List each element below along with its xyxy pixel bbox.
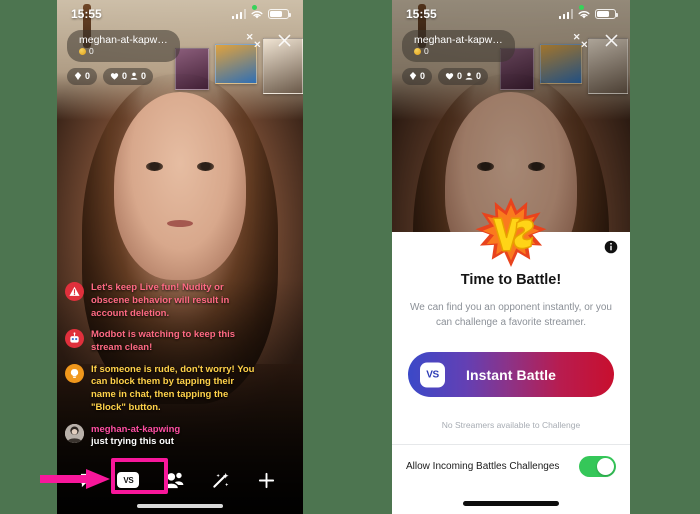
streamer-name-pill[interactable]: meghan-at-kapw… 0	[67, 30, 180, 62]
robot-icon	[65, 329, 84, 349]
heart-count: 0	[122, 71, 128, 82]
wifi-icon	[578, 10, 590, 18]
heart-icon	[110, 73, 119, 80]
coin-icon	[79, 48, 86, 56]
stat-badges: 0 0 0	[67, 67, 293, 85]
live-header: meghan-at-kapw… 0 0 0 0	[57, 30, 303, 85]
vs-badge-icon: VS	[420, 362, 445, 387]
user-avatar-icon[interactable]	[65, 423, 84, 443]
diamond-count: 0	[85, 71, 91, 82]
instant-battle-button[interactable]: VS Instant Battle	[408, 352, 614, 397]
instant-battle-label: Instant Battle	[465, 366, 557, 383]
coin-count-row: 0	[79, 46, 168, 57]
vs-button-highlight-box	[111, 458, 168, 494]
heart-icon	[445, 73, 454, 80]
viewer-count: 0	[476, 71, 482, 82]
diamond-icon	[74, 72, 82, 81]
info-circle-icon[interactable]	[604, 240, 618, 254]
signal-bars-icon	[231, 9, 246, 19]
chat-text: meghan-at-kapwing just trying this out	[91, 424, 180, 449]
effects-wand-icon	[212, 472, 229, 488]
battery-icon	[268, 9, 291, 19]
eye	[146, 162, 163, 171]
status-bar: 15:55	[392, 0, 630, 28]
coin-count: 0	[89, 46, 94, 57]
streamer-username: meghan-at-kapw…	[414, 34, 503, 46]
screenshot-stage: 15:55 meghan-at-kapw… 0 0 0 0 Let's keep…	[0, 0, 700, 514]
chat-message-row: If someone is rude, don't worry! You can…	[65, 363, 257, 415]
allow-challenges-label: Allow Incoming Battles Challenges	[406, 461, 560, 472]
eye	[197, 162, 214, 171]
live-header: meghan-at-kapw… 0 0 0 0	[392, 30, 630, 85]
chat-message-row: Modbot is watching to keep this stream c…	[65, 329, 257, 354]
heart-count: 0	[457, 71, 463, 82]
lightbulb-icon	[65, 363, 84, 383]
home-indicator	[463, 501, 559, 506]
viewer-count: 0	[141, 71, 147, 82]
chat-message-row[interactable]: meghan-at-kapwing just trying this out	[65, 423, 257, 449]
diamond-badge[interactable]: 0	[402, 67, 433, 85]
hearts-viewers-badge[interactable]: 0 0	[103, 67, 154, 85]
coin-icon	[414, 48, 421, 56]
chat-text: If someone is rude, don't worry! You can…	[91, 363, 255, 413]
diamond-badge[interactable]: 0	[67, 67, 98, 85]
viewers-icon	[465, 72, 473, 81]
streamer-name-pill[interactable]: meghan-at-kapw… 0	[402, 30, 515, 62]
collapse-arrows-icon[interactable]	[245, 32, 262, 49]
vs-starburst-icon	[475, 197, 547, 268]
allow-challenges-toggle[interactable]	[579, 456, 616, 477]
chat-username[interactable]: meghan-at-kapwing	[91, 424, 180, 435]
chat-message-row: Let's keep Live fun! Nudity or obscene b…	[65, 282, 257, 320]
coin-count-row: 0	[414, 46, 503, 57]
chat-text: Let's keep Live fun! Nudity or obscene b…	[91, 282, 230, 319]
right-phone-screen: 15:55 meghan-at-kapw… 0 0 0 0 Time to Ba…	[392, 0, 630, 514]
battery-icon	[595, 9, 618, 19]
coin-count: 0	[424, 46, 429, 57]
signal-bars-icon	[558, 9, 573, 19]
collapse-arrows-icon[interactable]	[572, 32, 589, 49]
effects-button[interactable]	[197, 471, 243, 490]
diamond-count: 0	[420, 71, 426, 82]
allow-challenges-row: Allow Incoming Battles Challenges	[392, 444, 630, 488]
recording-indicator-dot	[252, 5, 257, 10]
pink-arrow-icon	[40, 469, 110, 489]
live-chat-feed: Let's keep Live fun! Nudity or obscene b…	[65, 282, 257, 458]
wifi-icon	[251, 10, 263, 18]
warning-triangle-icon	[65, 282, 84, 302]
chat-text: Modbot is watching to keep this stream c…	[91, 329, 236, 353]
viewers-icon	[130, 72, 138, 81]
streamer-username: meghan-at-kapw…	[79, 34, 168, 46]
mouth	[167, 220, 193, 227]
add-button[interactable]	[243, 471, 289, 490]
home-indicator	[137, 504, 223, 508]
battle-sheet-title: Time to Battle!	[460, 272, 562, 288]
left-phone-screen: 15:55 meghan-at-kapw… 0 0 0 0 Let's keep…	[57, 0, 303, 514]
no-streamers-text: No Streamers available to Challenge	[441, 420, 581, 430]
status-time: 15:55	[71, 7, 102, 21]
person-face	[114, 92, 246, 280]
chat-body: just trying this out	[91, 436, 174, 448]
add-plus-icon	[258, 472, 274, 488]
close-x-icon[interactable]	[276, 32, 293, 49]
status-bar: 15:55	[57, 0, 303, 28]
diamond-icon	[409, 72, 417, 81]
stat-badges: 0 0 0	[402, 67, 620, 85]
close-x-icon[interactable]	[603, 32, 620, 49]
status-time: 15:55	[406, 7, 437, 21]
recording-indicator-dot	[579, 5, 584, 10]
battle-sheet-panel: Time to Battle! We can find you an oppon…	[392, 232, 630, 514]
battle-sheet-subtitle: We can find you an opponent instantly, o…	[410, 302, 612, 328]
hearts-viewers-badge[interactable]: 0 0	[438, 67, 489, 85]
